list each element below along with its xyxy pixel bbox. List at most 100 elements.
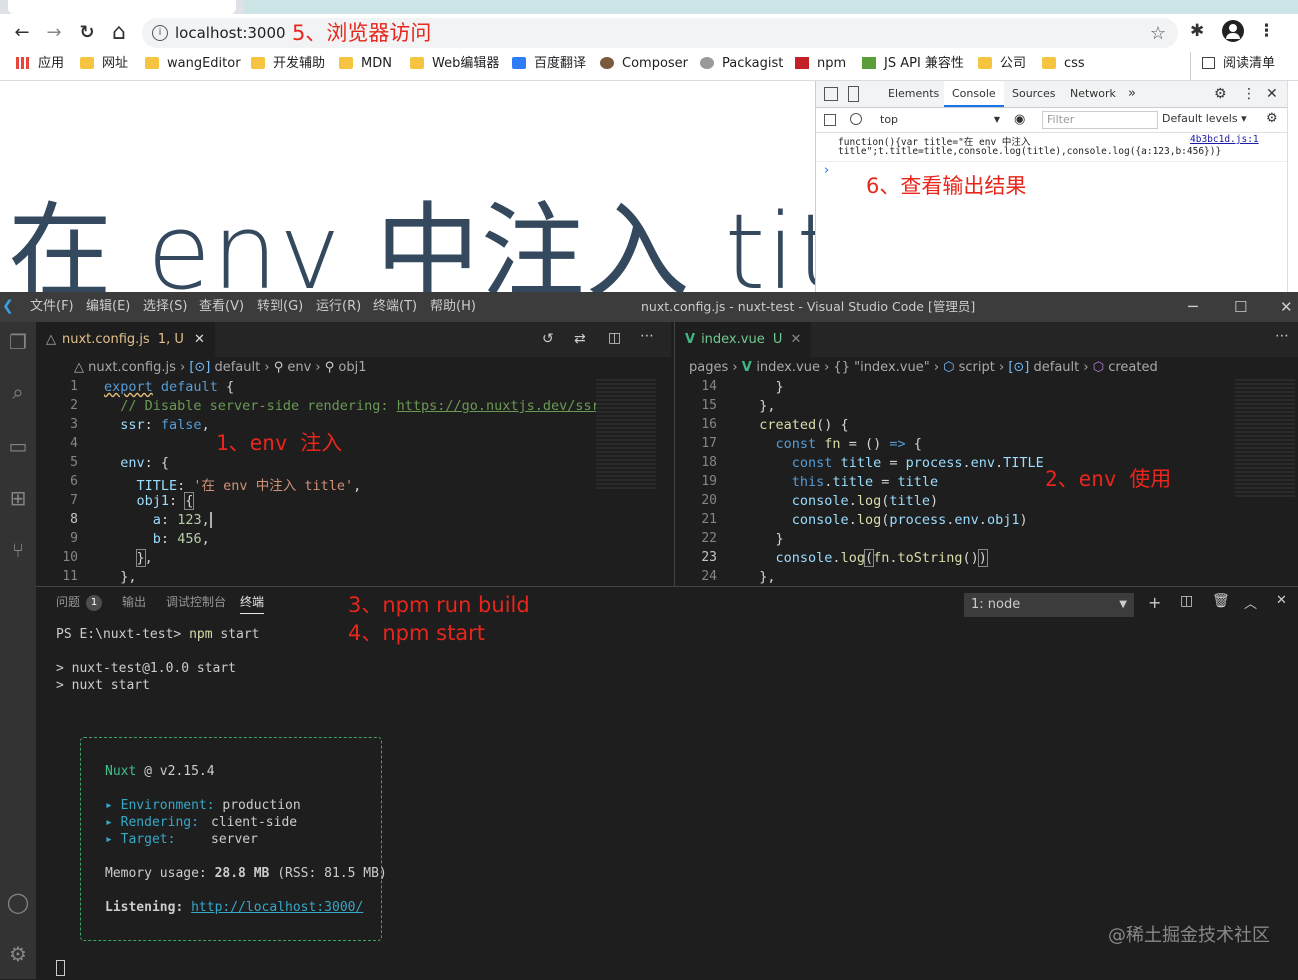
sidebar-toggle-icon[interactable] — [824, 114, 836, 126]
console-prompt[interactable]: › — [824, 163, 829, 178]
annotation-1: 1、env 注入 — [216, 431, 343, 455]
tab-terminal[interactable]: 终端 — [240, 587, 265, 614]
editor-tab-nuxt-config[interactable]: △ nuxt.config.js 1, U ✕ — [36, 322, 215, 357]
menu-terminal[interactable]: 终端(T) — [373, 292, 417, 322]
breadcrumb-item[interactable]: created — [1108, 360, 1158, 375]
breadcrumb-item[interactable]: pages — [689, 360, 728, 375]
terminal-select[interactable]: 1: node ▼ — [964, 593, 1134, 617]
editor-group-1: △ nuxt.config.js 1, U ✕ ↺ ⇄ ◫ ⋯ △ nuxt.co… — [36, 322, 671, 586]
listen-url-link[interactable]: http://localhost:3000/ — [191, 900, 363, 915]
browser-tab-2[interactable] — [244, 0, 1298, 14]
log-source-link[interactable]: 4b3bc1d.js:1 — [1190, 134, 1259, 145]
account-icon[interactable]: ◯ — [0, 884, 36, 920]
menu-file[interactable]: 文件(F) — [30, 292, 74, 322]
browser-tab[interactable] — [8, 0, 236, 14]
star-icon[interactable]: ☆ — [1150, 23, 1166, 44]
reload-button[interactable]: ↻ — [74, 20, 100, 46]
breadcrumb-item[interactable]: index.vue — [756, 360, 820, 375]
menu-run[interactable]: 运行(R) — [316, 292, 361, 322]
address-url[interactable]: localhost:3000 — [175, 18, 286, 48]
menu-help[interactable]: 帮助(H) — [430, 292, 476, 322]
kebab-icon[interactable]: ⋮ — [1242, 81, 1256, 107]
extensions-icon[interactable]: ✱ — [1190, 21, 1210, 41]
close-tab-icon[interactable]: ✕ — [791, 332, 802, 347]
forward-button[interactable]: → — [41, 20, 67, 46]
back-button[interactable]: ← — [9, 20, 35, 46]
maximize-panel-icon[interactable]: ︿ — [1244, 593, 1257, 612]
search-icon[interactable]: ⌕ — [0, 374, 36, 410]
source-control-icon[interactable]: ⑂ — [0, 532, 36, 568]
run-debug-icon[interactable]: ▭ — [0, 428, 36, 464]
breadcrumb-item[interactable]: obj1 — [338, 360, 366, 375]
tab-elements[interactable]: Elements — [888, 81, 939, 107]
device-toolbar-icon[interactable] — [848, 86, 859, 102]
bookmark-item[interactable]: 开发辅助 — [251, 52, 325, 80]
bookmark-item[interactable]: 公司 — [978, 52, 1026, 80]
split-terminal-icon[interactable]: ◫ — [1180, 593, 1193, 609]
bookmark-item[interactable]: Web编辑器 — [410, 52, 499, 80]
settings-gear-icon[interactable]: ⚙ — [1214, 81, 1227, 107]
line-number: 18 — [701, 455, 717, 470]
minimap[interactable] — [1235, 379, 1295, 499]
bookmark-item[interactable]: 百度翻译 — [512, 52, 586, 80]
clear-console-icon[interactable] — [850, 113, 862, 125]
more-tabs-icon[interactable]: » — [1128, 81, 1136, 107]
console-settings-icon[interactable]: ⚙ — [1266, 111, 1278, 126]
bookmark-item[interactable]: Composer — [600, 52, 688, 80]
menu-edit[interactable]: 编辑(E) — [86, 292, 130, 322]
bookmark-item[interactable]: JS API 兼容性 — [862, 52, 964, 80]
menu-goto[interactable]: 转到(G) — [257, 292, 303, 322]
kill-terminal-icon[interactable]: 🗑 — [1212, 593, 1230, 609]
breadcrumb-item[interactable]: script — [959, 360, 995, 375]
editor-tab-index-vue[interactable]: Vindex.vue U ✕ — [675, 322, 812, 357]
console-filter-input[interactable]: Filter — [1042, 111, 1158, 129]
eye-icon[interactable]: ◉ — [1014, 112, 1025, 127]
menu-view[interactable]: 查看(V) — [199, 292, 244, 322]
minimap[interactable] — [596, 379, 656, 489]
close-devtools-icon[interactable]: ✕ — [1266, 81, 1278, 107]
tab-debug-console[interactable]: 调试控制台 — [166, 587, 226, 617]
tab-output[interactable]: 输出 — [122, 587, 146, 617]
bookmark-item[interactable]: npm — [795, 52, 846, 80]
split-editor-icon[interactable]: ◫ — [608, 330, 621, 346]
close-panel-icon[interactable]: ✕ — [1276, 593, 1287, 608]
compare-icon[interactable]: ⇄ — [574, 331, 586, 347]
log-levels-select[interactable]: Default levels ▾ — [1162, 112, 1247, 125]
close-tab-icon[interactable]: ✕ — [194, 332, 205, 347]
more-actions-icon[interactable]: ⋯ — [1275, 328, 1289, 344]
bookmark-apps[interactable]: 应用 — [16, 52, 64, 80]
tab-console[interactable]: Console — [944, 81, 1004, 107]
bookmark-item[interactable]: wangEditor — [145, 52, 241, 80]
tab-sources[interactable]: Sources — [1012, 81, 1056, 107]
home-button[interactable]: ⌂ — [106, 20, 132, 46]
bookmark-item[interactable]: MDN — [339, 52, 392, 80]
bookmark-item[interactable]: 网址 — [80, 52, 128, 80]
extensions-icon[interactable]: ⊞ — [0, 480, 36, 516]
minimize-icon[interactable]: ─ — [1188, 292, 1198, 322]
close-window-icon[interactable]: ✕ — [1280, 292, 1293, 322]
more-actions-icon[interactable]: ⋯ — [640, 328, 654, 344]
breadcrumb-item[interactable]: nuxt.config.js — [88, 360, 176, 375]
address-bar[interactable]: i localhost:3000 5、浏览器访问 ☆ — [142, 18, 1178, 48]
breadcrumb-item[interactable]: {} "index.vue" — [833, 360, 929, 375]
context-select[interactable]: top ▼ — [874, 112, 1004, 128]
bookmark-item[interactable]: css — [1042, 52, 1085, 80]
tab-network[interactable]: Network — [1070, 81, 1116, 107]
breadcrumb-item[interactable]: env — [287, 360, 311, 375]
reading-list[interactable]: 阅读清单 — [1202, 52, 1275, 80]
menu-selection[interactable]: 选择(S) — [143, 292, 187, 322]
timeline-icon[interactable]: ↺ — [542, 331, 554, 347]
explorer-icon[interactable]: ❐ — [0, 324, 36, 360]
folder-icon — [410, 57, 424, 69]
menu-kebab-icon[interactable]: ⋮ — [1258, 21, 1275, 41]
manage-gear-icon[interactable]: ⚙ — [0, 936, 36, 972]
inspect-icon[interactable] — [824, 87, 838, 101]
tab-problems[interactable]: 问题 — [56, 587, 80, 617]
maximize-icon[interactable]: ☐ — [1234, 292, 1247, 322]
bookmark-item[interactable]: Packagist — [700, 52, 783, 80]
profile-avatar[interactable] — [1222, 20, 1244, 42]
breadcrumb-item[interactable]: default — [1034, 360, 1080, 375]
breadcrumb-item[interactable]: default — [214, 360, 260, 375]
site-info-icon[interactable]: i — [152, 25, 168, 41]
new-terminal-icon[interactable]: + — [1148, 593, 1161, 612]
